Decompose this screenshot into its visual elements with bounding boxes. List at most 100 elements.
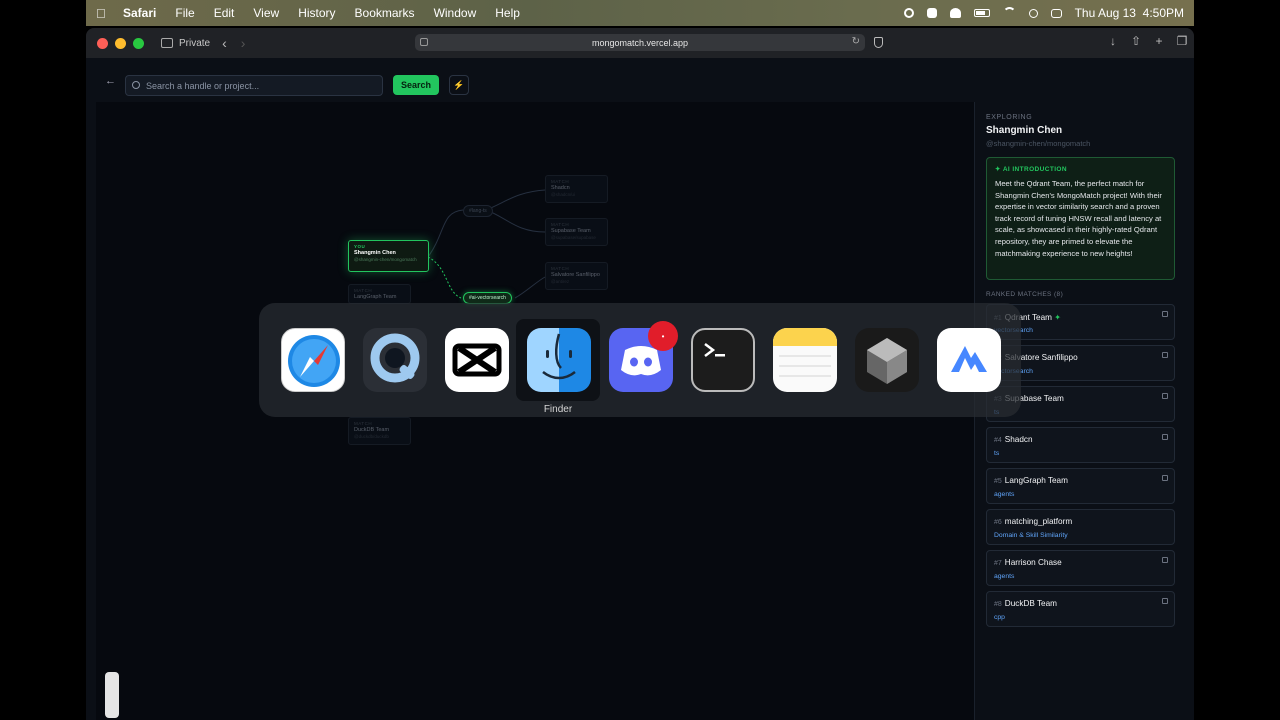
graph-node[interactable]: MATCH Shadcn @shadcn/ui	[545, 175, 608, 203]
minimize-window-button[interactable]	[115, 37, 126, 49]
scroll-thumb[interactable]	[105, 672, 119, 718]
ranked-matches-label: RANKED MATCHES (8)	[986, 291, 1064, 298]
spotlight-search-icon[interactable]	[1028, 8, 1038, 18]
match-card[interactable]: #4 Shadcn ts	[986, 427, 1175, 463]
graph-node-kicker: MATCH	[354, 288, 373, 293]
search-icon	[132, 81, 140, 89]
menu-help[interactable]: Help	[495, 6, 520, 20]
match-tag: ts	[994, 450, 1000, 457]
ai-introduction-text: Meet the Qdrant Team, the perfect match …	[995, 179, 1162, 258]
menu-edit[interactable]: Edit	[214, 6, 235, 20]
apple-menu-icon[interactable]: 	[96, 6, 110, 21]
match-name: DuckDB Team	[1004, 599, 1057, 608]
search-input[interactable]: Search a handle or project...	[125, 75, 383, 96]
capcut-app-icon[interactable]	[445, 328, 509, 392]
match-name: Shadcn	[1004, 435, 1033, 444]
search-button[interactable]: Search	[393, 75, 439, 95]
match-card[interactable]: #6 matching_platform Domain & Skill Simil…	[986, 509, 1175, 545]
sidebar-toggle-icon[interactable]	[161, 38, 173, 48]
lightning-icon[interactable]: ⚡	[449, 75, 469, 95]
you-node-handle: @shangmin-chen/mongomatch	[354, 257, 417, 262]
cube-status-icon[interactable]	[926, 8, 937, 18]
tab-overview-icon[interactable]: ❐	[1176, 34, 1188, 48]
search-row: ← Search a handle or project... Search ⚡	[86, 58, 1194, 102]
nordvpn-app-icon[interactable]	[937, 328, 1001, 392]
new-tab-icon[interactable]: +	[1153, 34, 1165, 48]
external-link-icon[interactable]	[1162, 598, 1168, 604]
reload-icon[interactable]: ↻	[852, 36, 860, 47]
project-handle: @shangmin-chen/mongomatch	[986, 139, 1091, 148]
match-rank: #4	[994, 437, 1002, 444]
record-status-icon[interactable]	[903, 8, 914, 18]
menu-view[interactable]: View	[253, 6, 279, 20]
back-nav-icon[interactable]: ←	[105, 75, 116, 87]
private-label: Private	[179, 37, 211, 49]
match-tag: cpp	[994, 614, 1005, 621]
forward-arrow-icon[interactable]: ›	[241, 36, 246, 50]
downloads-icon[interactable]: ↓	[1107, 34, 1119, 48]
match-tag: agents	[994, 573, 1015, 580]
menu-clock[interactable]: Thu Aug 13 4:50PM	[1075, 6, 1184, 20]
battery-icon[interactable]	[973, 9, 990, 17]
graph-tag-lang[interactable]: #lang-ts	[463, 205, 493, 217]
match-tag: agents	[994, 491, 1015, 498]
match-card[interactable]: #5 LangGraph Team agents	[986, 468, 1175, 504]
graph-node[interactable]: MATCH LangGraph Team	[348, 284, 411, 304]
letterbox-left	[0, 0, 86, 720]
ai-introduction-card: ✦ AI INTRODUCTION Meet the Qdrant Team, …	[986, 157, 1175, 280]
graph-node-name: Supabase Team	[551, 228, 591, 234]
graph-node[interactable]: MATCH Salvatore Sanfilippo @antirez	[545, 262, 608, 290]
quicktime-app-icon[interactable]	[363, 328, 427, 392]
match-rank: #8	[994, 601, 1002, 608]
graph-node[interactable]: MATCH Supabase Team @supabase/supabase	[545, 218, 608, 246]
letterbox-right	[1194, 0, 1280, 720]
finder-app-icon[interactable]	[527, 328, 591, 392]
privacy-shield-icon[interactable]	[874, 37, 883, 48]
graph-node[interactable]: MATCH DuckDB Team @duckdb/duckdb	[348, 417, 411, 445]
external-link-icon[interactable]	[1162, 475, 1168, 481]
nordvpn-status-icon[interactable]	[949, 8, 961, 18]
share-icon[interactable]: ⇧	[1130, 34, 1142, 48]
external-link-icon[interactable]	[1162, 352, 1168, 358]
safari-app-icon[interactable]	[281, 328, 345, 392]
menu-bookmarks[interactable]: Bookmarks	[355, 6, 415, 20]
graph-node-kicker: MATCH	[551, 222, 570, 227]
menu-bar:  Safari File Edit View History Bookmark…	[86, 0, 1194, 26]
browser-toolbar: Private ‹ › mongomatch.vercel.app ↻ ↓ ⇧ …	[86, 28, 1194, 58]
you-node-name: Shangmin Chen	[354, 250, 396, 256]
match-name: LangGraph Team	[1004, 476, 1068, 485]
menu-file[interactable]: File	[175, 6, 194, 20]
graph-node-handle: @duckdb/duckdb	[354, 434, 389, 439]
you-node[interactable]: YOU Shangmin Chen @shangmin-chen/mongoma…	[348, 240, 429, 272]
sparkle-icon: ✦	[1054, 313, 1062, 322]
match-name: Harrison Chase	[1004, 558, 1062, 567]
match-tag: Domain & Skill Similarity	[994, 532, 1068, 539]
external-link-icon[interactable]	[1162, 434, 1168, 440]
unity-hub-app-icon[interactable]	[855, 328, 919, 392]
selected-app-label: Finder	[543, 404, 573, 415]
page-settings-icon[interactable]	[420, 38, 428, 46]
match-rank: #7	[994, 560, 1002, 567]
menu-window[interactable]: Window	[434, 6, 477, 20]
external-link-icon[interactable]	[1162, 311, 1168, 317]
you-node-kicker: YOU	[354, 244, 366, 249]
sparkle-icon: ✦	[995, 166, 1003, 173]
wifi-icon[interactable]	[1002, 6, 1016, 20]
terminal-app-icon[interactable]	[691, 328, 755, 392]
search-placeholder: Search a handle or project...	[146, 80, 260, 91]
external-link-icon[interactable]	[1162, 557, 1168, 563]
menu-app-name[interactable]: Safari	[123, 6, 156, 20]
close-window-button[interactable]	[97, 37, 108, 49]
back-arrow-icon[interactable]: ‹	[222, 36, 227, 50]
menu-history[interactable]: History	[298, 6, 335, 20]
project-owner-name: Shangmin Chen	[986, 125, 1063, 136]
ai-introduction-title: ✦ AI INTRODUCTION	[995, 165, 1166, 173]
external-link-icon[interactable]	[1162, 393, 1168, 399]
match-card[interactable]: #7 Harrison Chase agents	[986, 550, 1175, 586]
match-card[interactable]: #8 DuckDB Team cpp	[986, 591, 1175, 627]
notes-app-icon[interactable]	[773, 328, 837, 392]
control-center-icon[interactable]	[1050, 8, 1062, 18]
app-switcher: • Finder	[259, 303, 1021, 417]
zoom-window-button[interactable]	[133, 37, 144, 49]
address-bar[interactable]: mongomatch.vercel.app ↻	[415, 34, 865, 51]
